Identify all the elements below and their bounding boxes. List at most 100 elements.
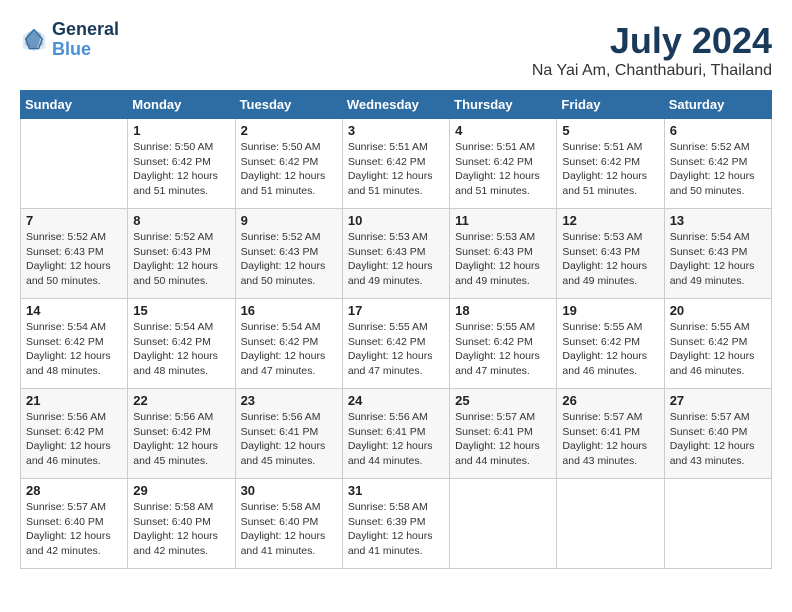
calendar-cell	[664, 479, 771, 569]
day-number: 18	[455, 303, 551, 318]
day-number: 19	[562, 303, 658, 318]
calendar-cell	[21, 119, 128, 209]
day-info: Sunrise: 5:54 AMSunset: 6:42 PMDaylight:…	[241, 320, 337, 379]
day-info: Sunrise: 5:57 AMSunset: 6:40 PMDaylight:…	[26, 500, 122, 559]
day-number: 8	[133, 213, 229, 228]
calendar-cell: 24 Sunrise: 5:56 AMSunset: 6:41 PMDayligh…	[342, 389, 449, 479]
title-block: July 2024 Na Yai Am, Chanthaburi, Thaila…	[532, 20, 772, 80]
calendar-cell: 22Sunrise: 5:56 AMSunset: 6:42 PMDayligh…	[128, 389, 235, 479]
calendar-cell: 11 Sunrise: 5:53 AMSunset: 6:43 PMDayligh…	[450, 209, 557, 299]
calendar-cell: 25 Sunrise: 5:57 AMSunset: 6:41 PMDayligh…	[450, 389, 557, 479]
calendar-week-row: 1 Sunrise: 5:50 AMSunset: 6:42 PMDaylight…	[21, 119, 772, 209]
day-info: Sunrise: 5:52 AMSunset: 6:42 PMDaylight:…	[670, 140, 766, 199]
logo-icon	[20, 26, 48, 54]
day-info: Sunrise: 5:56 AMSunset: 6:41 PMDaylight:…	[348, 410, 444, 469]
day-info: Sunrise: 5:55 AMSunset: 6:42 PMDaylight:…	[562, 320, 658, 379]
calendar-cell: 16 Sunrise: 5:54 AMSunset: 6:42 PMDayligh…	[235, 299, 342, 389]
day-number: 25	[455, 393, 551, 408]
calendar-cell: 10 Sunrise: 5:53 AMSunset: 6:43 PMDayligh…	[342, 209, 449, 299]
day-info: Sunrise: 5:53 AMSunset: 6:43 PMDaylight:…	[455, 230, 551, 289]
calendar-cell: 19 Sunrise: 5:55 AMSunset: 6:42 PMDayligh…	[557, 299, 664, 389]
calendar-week-row: 14 Sunrise: 5:54 AMSunset: 6:42 PMDayligh…	[21, 299, 772, 389]
day-number: 1	[133, 123, 229, 138]
calendar-cell: 5 Sunrise: 5:51 AMSunset: 6:42 PMDaylight…	[557, 119, 664, 209]
day-number: 16	[241, 303, 337, 318]
calendar-cell: 13 Sunrise: 5:54 AMSunset: 6:43 PMDayligh…	[664, 209, 771, 299]
day-info: Sunrise: 5:55 AMSunset: 6:42 PMDaylight:…	[670, 320, 766, 379]
calendar-cell: 8 Sunrise: 5:52 AMSunset: 6:43 PMDaylight…	[128, 209, 235, 299]
day-number: 13	[670, 213, 766, 228]
weekday-header-wednesday: Wednesday	[342, 91, 449, 119]
day-number: 15	[133, 303, 229, 318]
day-info: Sunrise: 5:55 AMSunset: 6:42 PMDaylight:…	[348, 320, 444, 379]
day-number: 21	[26, 393, 122, 408]
calendar-cell: 23 Sunrise: 5:56 AMSunset: 6:41 PMDayligh…	[235, 389, 342, 479]
location-title: Na Yai Am, Chanthaburi, Thailand	[532, 62, 772, 80]
day-info: Sunrise: 5:57 AMSunset: 6:40 PMDaylight:…	[670, 410, 766, 469]
day-number: 10	[348, 213, 444, 228]
calendar-cell: 2Sunrise: 5:50 AMSunset: 6:42 PMDaylight…	[235, 119, 342, 209]
day-number: 31	[348, 483, 444, 498]
day-info: Sunrise: 5:50 AMSunset: 6:42 PMDaylight:…	[133, 140, 229, 199]
day-info: Sunrise: 5:53 AMSunset: 6:43 PMDaylight:…	[348, 230, 444, 289]
calendar-cell: 21 Sunrise: 5:56 AMSunset: 6:42 PMDayligh…	[21, 389, 128, 479]
calendar-cell: 28 Sunrise: 5:57 AMSunset: 6:40 PMDayligh…	[21, 479, 128, 569]
day-number: 3	[348, 123, 444, 138]
day-info: Sunrise: 5:52 AMSunset: 6:43 PMDaylight:…	[26, 230, 122, 289]
day-number: 30	[241, 483, 337, 498]
weekday-header-monday: Monday	[128, 91, 235, 119]
calendar-cell: 4 Sunrise: 5:51 AMSunset: 6:42 PMDaylight…	[450, 119, 557, 209]
calendar-week-row: 21 Sunrise: 5:56 AMSunset: 6:42 PMDayligh…	[21, 389, 772, 479]
calendar-cell: 9 Sunrise: 5:52 AMSunset: 6:43 PMDaylight…	[235, 209, 342, 299]
day-info: Sunrise: 5:54 AMSunset: 6:43 PMDaylight:…	[670, 230, 766, 289]
day-info: Sunrise: 5:56 AMSunset: 6:42 PMDaylight:…	[133, 410, 229, 469]
day-info: Sunrise: 5:52 AMSunset: 6:43 PMDaylight:…	[133, 230, 229, 289]
day-info: Sunrise: 5:56 AMSunset: 6:41 PMDaylight:…	[241, 410, 337, 469]
weekday-header-friday: Friday	[557, 91, 664, 119]
weekday-header-tuesday: Tuesday	[235, 91, 342, 119]
day-number: 4	[455, 123, 551, 138]
month-title: July 2024	[532, 20, 772, 62]
day-info: Sunrise: 5:51 AMSunset: 6:42 PMDaylight:…	[455, 140, 551, 199]
day-number: 24	[348, 393, 444, 408]
calendar-cell: 15Sunrise: 5:54 AMSunset: 6:42 PMDayligh…	[128, 299, 235, 389]
weekday-header-sunday: Sunday	[21, 91, 128, 119]
day-number: 23	[241, 393, 337, 408]
day-info: Sunrise: 5:51 AMSunset: 6:42 PMDaylight:…	[348, 140, 444, 199]
day-info: Sunrise: 5:54 AMSunset: 6:42 PMDaylight:…	[26, 320, 122, 379]
calendar-week-row: 7Sunrise: 5:52 AMSunset: 6:43 PMDaylight…	[21, 209, 772, 299]
day-info: Sunrise: 5:57 AMSunset: 6:41 PMDaylight:…	[562, 410, 658, 469]
day-info: Sunrise: 5:58 AMSunset: 6:40 PMDaylight:…	[133, 500, 229, 559]
calendar-table: SundayMondayTuesdayWednesdayThursdayFrid…	[20, 90, 772, 569]
day-info: Sunrise: 5:57 AMSunset: 6:41 PMDaylight:…	[455, 410, 551, 469]
day-info: Sunrise: 5:58 AMSunset: 6:40 PMDaylight:…	[241, 500, 337, 559]
day-number: 27	[670, 393, 766, 408]
calendar-cell: 12 Sunrise: 5:53 AMSunset: 6:43 PMDayligh…	[557, 209, 664, 299]
calendar-cell: 17 Sunrise: 5:55 AMSunset: 6:42 PMDayligh…	[342, 299, 449, 389]
calendar-cell: 7Sunrise: 5:52 AMSunset: 6:43 PMDaylight…	[21, 209, 128, 299]
weekday-header-saturday: Saturday	[664, 91, 771, 119]
day-info: Sunrise: 5:51 AMSunset: 6:42 PMDaylight:…	[562, 140, 658, 199]
calendar-week-row: 28 Sunrise: 5:57 AMSunset: 6:40 PMDayligh…	[21, 479, 772, 569]
day-number: 9	[241, 213, 337, 228]
day-info: Sunrise: 5:50 AMSunset: 6:42 PMDaylight:…	[241, 140, 337, 199]
day-number: 11	[455, 213, 551, 228]
day-info: Sunrise: 5:58 AMSunset: 6:39 PMDaylight:…	[348, 500, 444, 559]
calendar-cell: 14 Sunrise: 5:54 AMSunset: 6:42 PMDayligh…	[21, 299, 128, 389]
calendar-cell: 26Sunrise: 5:57 AMSunset: 6:41 PMDayligh…	[557, 389, 664, 479]
day-info: Sunrise: 5:53 AMSunset: 6:43 PMDaylight:…	[562, 230, 658, 289]
day-number: 12	[562, 213, 658, 228]
day-number: 5	[562, 123, 658, 138]
calendar-cell: 29Sunrise: 5:58 AMSunset: 6:40 PMDayligh…	[128, 479, 235, 569]
page-header: GeneralBlue July 2024 Na Yai Am, Chantha…	[20, 20, 772, 80]
day-number: 17	[348, 303, 444, 318]
calendar-cell	[450, 479, 557, 569]
calendar-cell: 20Sunrise: 5:55 AMSunset: 6:42 PMDayligh…	[664, 299, 771, 389]
logo-text: GeneralBlue	[52, 20, 119, 60]
day-number: 14	[26, 303, 122, 318]
day-number: 28	[26, 483, 122, 498]
day-info: Sunrise: 5:52 AMSunset: 6:43 PMDaylight:…	[241, 230, 337, 289]
calendar-cell: 18Sunrise: 5:55 AMSunset: 6:42 PMDayligh…	[450, 299, 557, 389]
calendar-cell: 3 Sunrise: 5:51 AMSunset: 6:42 PMDaylight…	[342, 119, 449, 209]
day-info: Sunrise: 5:56 AMSunset: 6:42 PMDaylight:…	[26, 410, 122, 469]
